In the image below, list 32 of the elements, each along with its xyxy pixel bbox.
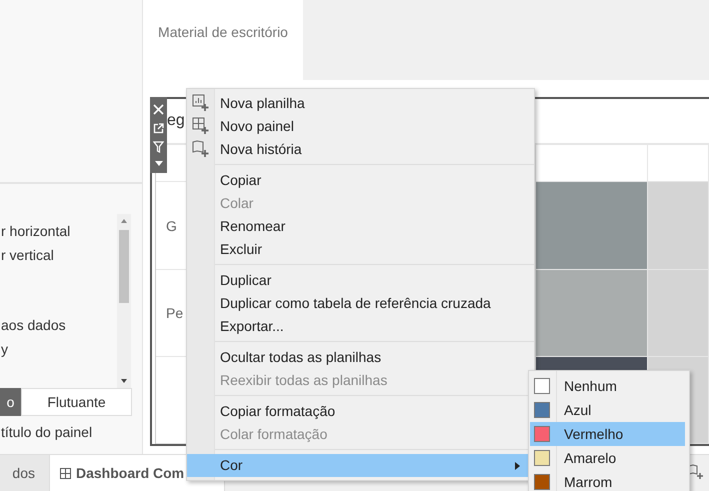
new-story-icon[interactable] <box>688 464 704 480</box>
new-story-icon <box>192 140 210 158</box>
color-option[interactable]: Nenhum <box>530 374 685 398</box>
menu-item[interactable]: Duplicar como tabela de referência cruzada <box>187 292 534 315</box>
menu-item[interactable]: Ocultar todas as planilhas <box>187 346 534 369</box>
layout-option[interactable]: aos dados <box>1 313 142 337</box>
option-label: título do painel <box>1 424 94 440</box>
menu-item[interactable]: Duplicar <box>187 269 534 292</box>
row-label: G <box>166 218 177 234</box>
submenu-arrow-icon <box>515 462 520 470</box>
popout-icon[interactable] <box>153 122 164 134</box>
color-option[interactable]: Vermelho <box>530 422 685 446</box>
filter-icon[interactable] <box>153 141 164 154</box>
menu-item[interactable]: Renomear <box>187 215 534 238</box>
color-option[interactable]: Azul <box>530 398 685 422</box>
scrollbar[interactable] <box>117 214 131 388</box>
dashboard-icon <box>60 468 71 478</box>
toggle-button[interactable]: o <box>0 388 21 416</box>
menu-item[interactable]: Excluir <box>187 238 534 261</box>
caret-icon[interactable] <box>154 161 162 166</box>
menu-item[interactable]: Copiar <box>187 169 534 192</box>
toggle-button[interactable]: Flutuante <box>21 388 132 416</box>
close-icon[interactable] <box>153 104 164 115</box>
new-sheet-icon <box>192 94 210 112</box>
new-dashboard-icon <box>192 117 210 135</box>
layout-option[interactable]: r horizontal <box>1 219 142 243</box>
menu-item[interactable]: Exportar... <box>187 315 534 338</box>
layout-option[interactable]: r vertical <box>1 243 142 267</box>
sheet-tab[interactable]: dos <box>0 455 50 491</box>
row-label: Pe <box>166 305 184 321</box>
layout-option[interactable]: y <box>1 337 142 361</box>
menu-item[interactable]: Novo painel <box>187 115 534 138</box>
